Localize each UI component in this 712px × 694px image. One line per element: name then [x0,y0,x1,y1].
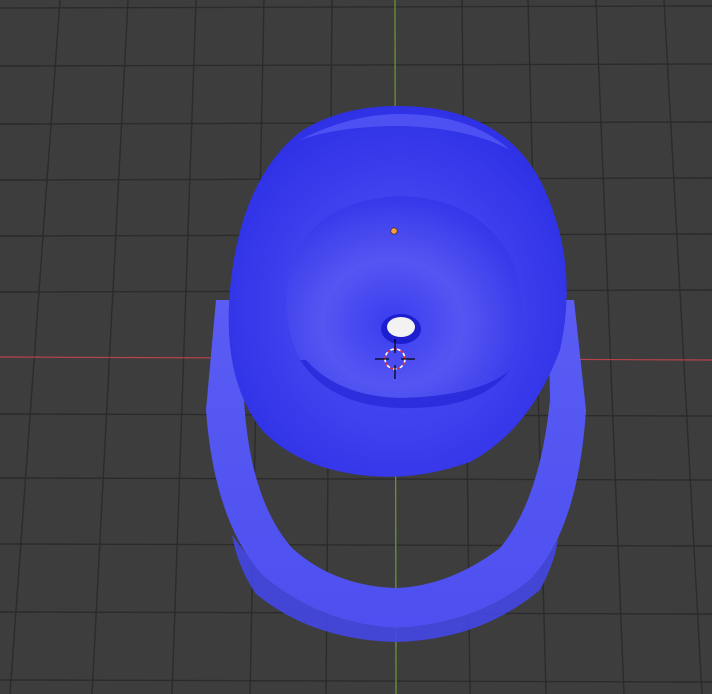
3d-viewport[interactable] [0,0,712,694]
viewport-canvas[interactable] [0,0,712,694]
origin-dot-icon[interactable] [390,227,398,235]
drain-hole-opening [387,317,415,337]
